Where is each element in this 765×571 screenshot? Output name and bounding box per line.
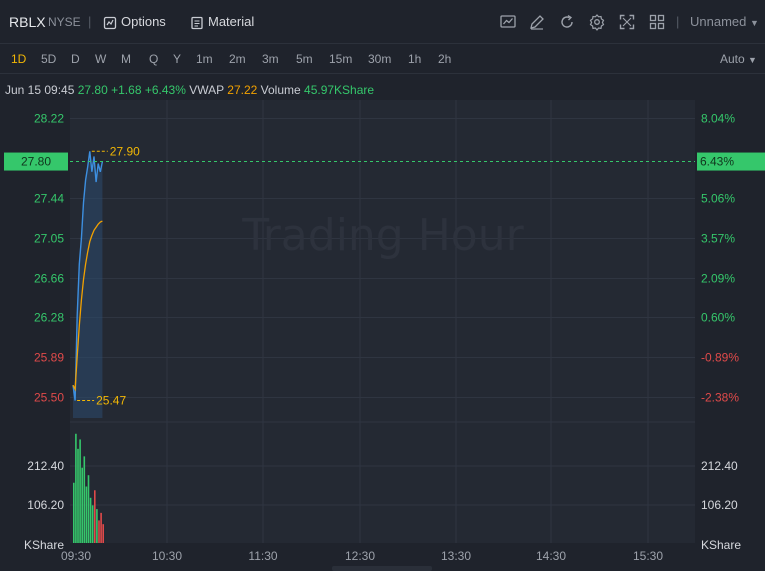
fullscreen-icon[interactable] [618,13,636,31]
x-tick: 11:30 [248,549,277,563]
volume-bar [102,524,104,543]
volume-bar [87,475,90,543]
y-tick-left: 27.44 [34,191,64,205]
toolbar-separator: | [88,14,92,29]
interval-3m[interactable]: 3m [262,44,279,74]
low-label: 25.47 [96,394,126,408]
volume-bar [77,448,79,543]
material-button[interactable]: Material [190,0,254,44]
volume-tick-left: 106.20 [27,498,64,512]
y-tick-right: -2.38% [701,390,739,404]
interval-2m[interactable]: 2m [229,44,246,74]
volume-bar [85,486,88,543]
options-button[interactable]: Options [103,0,166,44]
interval-bar: 1D 5D D W M Q Y 1m 2m 3m 5m 15m 30m 1h 2h [0,44,765,74]
options-icon [103,16,117,29]
x-tick: 09:30 [61,549,91,563]
volume-tick-right: 212.40 [701,459,738,473]
chevron-down-icon: ▼ [750,18,759,28]
volume-bar [83,456,86,543]
volume-unit-right: KShare [701,538,741,552]
volume-bar [79,439,81,543]
interval-15m[interactable]: 15m [329,44,352,74]
y-tick-right: 8.04% [701,111,735,125]
interval-1d[interactable]: 1D [11,44,26,74]
quote-change-pct: +6.43% [144,83,186,97]
price-chart[interactable]: Trading Hour 28.22 27.44 27.05 26.66 26.28 25.… [0,100,765,566]
interval-1h[interactable]: 1h [408,44,421,74]
quote-price: 27.80 [77,83,108,97]
y-tick-right: -0.89% [701,350,739,364]
interval-w[interactable]: W [95,44,106,74]
options-label: Options [121,14,166,29]
y-tick-left: 25.89 [34,350,64,364]
interval-5d[interactable]: 5D [41,44,56,74]
toolbar-separator-2: | [676,14,680,29]
material-label: Material [208,14,255,29]
draw-icon[interactable] [528,13,546,31]
y-tick-left: 28.22 [34,111,64,125]
interval-5m[interactable]: 5m [296,44,313,74]
interval-30m[interactable]: 30m [368,44,391,74]
chart-watermark: Trading Hour [241,210,524,261]
x-tick: 12:30 [345,549,375,563]
vwap-label: VWAP [189,83,224,97]
x-tick: 14:30 [536,549,566,563]
volume-bar [91,505,94,543]
volume-tick-left: 212.40 [27,459,64,473]
x-tick: 15:30 [633,549,663,563]
top-toolbar: RBLX NYSE | Options Material | Unnamed ▼ [0,0,765,44]
layout-grid-icon[interactable] [648,13,666,31]
y-tick-left: 25.50 [34,390,64,404]
chevron-down-icon: ▼ [748,55,757,65]
interval-y[interactable]: Y [173,44,181,74]
scale-mode-selector[interactable]: Auto ▼ [720,44,757,75]
x-tick: 10:30 [152,549,182,563]
volume-bar [73,482,75,543]
time-scrollbar[interactable] [332,566,432,571]
current-price-label: 27.80 [21,155,51,169]
layout-name: Unnamed [690,14,747,29]
y-tick-left: 26.66 [34,271,64,285]
interval-m[interactable]: M [121,44,131,74]
quote-datetime: Jun 15 09:45 [5,83,75,97]
volume-bar [98,520,100,543]
volume-tick-right: 106.20 [701,498,738,512]
interval-d[interactable]: D [71,44,80,74]
volume-bar [81,467,83,543]
vwap-value: 27.22 [227,83,258,97]
quote-info-bar: Jun 15 09:45 27.80 +1.68 +6.43% VWAP 27.… [5,83,374,97]
volume-bar [96,509,98,543]
y-tick-right: 2.09% [701,271,735,285]
x-tick: 13:30 [441,549,471,563]
y-tick-right: 5.06% [701,191,735,205]
volume-bar [75,433,77,543]
volume-value: 45.97KShare [304,83,375,97]
volume-bar [100,512,102,543]
y-tick-right: 0.60% [701,310,735,324]
current-pct-label: 6.43% [700,155,734,169]
plot-area [70,100,695,543]
material-icon [191,16,203,29]
quote-change: +1.68 [111,83,142,97]
high-label: 27.90 [110,144,140,158]
scale-mode-label: Auto [720,52,745,66]
volume-unit-left: KShare [24,538,64,552]
layout-selector[interactable]: Unnamed ▼ [690,0,759,44]
y-tick-left: 26.28 [34,310,64,324]
interval-1m[interactable]: 1m [196,44,213,74]
symbol-label[interactable]: RBLX [9,0,46,44]
exchange-label: NYSE [48,15,81,29]
refresh-icon[interactable] [558,13,576,31]
volume-label: Volume [260,83,301,97]
interval-q[interactable]: Q [149,44,158,74]
interval-2h[interactable]: 2h [438,44,451,74]
volume-bar [89,497,92,543]
y-tick-left: 27.05 [34,231,64,245]
volume-bar [94,490,96,543]
chart-type-icon[interactable] [499,13,517,31]
settings-icon[interactable] [588,13,606,31]
y-tick-right: 3.57% [701,231,735,245]
